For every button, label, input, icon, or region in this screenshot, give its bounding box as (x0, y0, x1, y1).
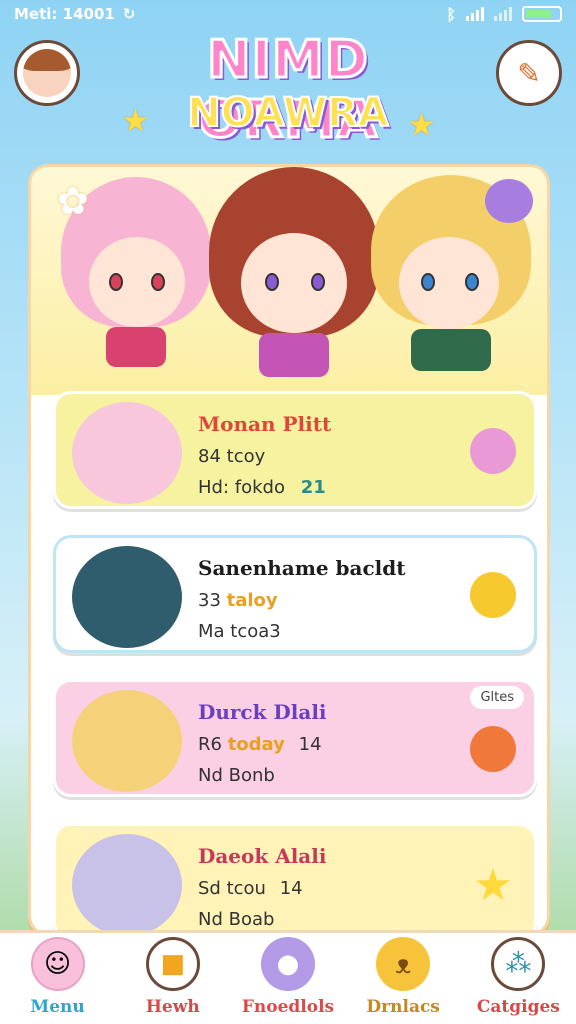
card-avatar (72, 402, 182, 504)
profile-avatar-icon (23, 49, 71, 97)
card-detail: Nd Bonb (198, 765, 275, 786)
categories-icon: ⁂ (491, 937, 546, 991)
card-avatar (72, 834, 182, 933)
star-icon: ★ (408, 108, 435, 143)
character-card[interactable]: Sanenhame bacldt 33 taloy Ma tcoa3 (53, 535, 537, 653)
card-text: Monan Plitt 84 tcoy Hd: fokdo 21 (198, 412, 468, 498)
card-stat: R6 today 14 (198, 734, 322, 755)
notification-icon: ■ (145, 937, 200, 991)
character-card[interactable]: Daeok Alali Sd tcou 14 Nd Boab ★ (53, 823, 537, 933)
hero-banner: ✿ (31, 167, 547, 395)
nav-label: Fnoedlols (241, 997, 335, 1017)
creature-icon: ● (260, 937, 315, 991)
card-avatar (72, 546, 182, 648)
card-title: Durck Dlali (198, 700, 327, 724)
heart-icon (470, 726, 516, 772)
card-text: Durck Dlali R6 today 14 Nd Bonb (198, 700, 468, 786)
card-detail: Hd: fokdo 21 (198, 477, 326, 498)
nav-label: Menu (30, 997, 85, 1017)
card-title: Monan Plitt (198, 412, 332, 436)
card-title: Daeok Alali (198, 844, 327, 868)
app-subtitle: NOAWRA (186, 89, 389, 137)
bottom-nav: ☺ Menu ■ Hewh ● Fnoedlols ᴥ Drnlacs ⁂ Ca… (0, 930, 576, 1024)
character-card[interactable]: Monan Plitt 84 tcoy Hd: fokdo 21 (53, 391, 537, 509)
character-card[interactable]: Durck Dlali R6 today 14 Nd Bonb Gltes (53, 679, 537, 797)
heart-icon (470, 428, 516, 474)
bluetooth-icon: ᛒ (446, 4, 456, 24)
main-panel: ✿ Monan Plitt 84 tcoy Hd: fokdo 21 Sanen… (28, 164, 550, 936)
flower-icon: ✿ (57, 179, 89, 223)
settings-button[interactable]: ✎ (496, 40, 562, 106)
nav-catgiges[interactable]: ⁂ Catgiges (464, 933, 572, 1024)
card-stat: 84 tcoy (198, 446, 266, 467)
card-stat: Sd tcou 14 (198, 878, 303, 899)
card-text: Sanenhame bacldt 33 taloy Ma tcoa3 (198, 556, 468, 642)
star-icon: ★ (122, 104, 149, 139)
nav-fnoedlols[interactable]: ● Fnoedlols (234, 933, 342, 1024)
card-title: Sanenhame bacldt (198, 556, 406, 580)
nav-label: Catgiges (476, 997, 560, 1017)
nav-label: Drnlacs (366, 997, 440, 1017)
status-right: ᛒ (446, 5, 562, 24)
status-left: Meti: 14001 ↻ (14, 5, 135, 23)
battery-icon (522, 6, 562, 22)
nav-hewh[interactable]: ■ Hewh (119, 933, 227, 1024)
signal-icon (466, 7, 484, 21)
character-brown (209, 167, 379, 387)
wifi-signal-icon (494, 7, 512, 21)
settings-icon: ✎ (517, 56, 541, 90)
sync-icon: ↻ (122, 5, 136, 23)
header: NIMD ORMA NOAWRA ✎ ★ ★ (0, 29, 576, 152)
nav-drnlacs[interactable]: ᴥ Drnlacs (349, 933, 457, 1024)
status-bar: Meti: 14001 ↻ ᛒ (0, 0, 576, 28)
profile-avatar-button[interactable] (14, 40, 80, 106)
apple-icon (470, 572, 516, 618)
card-avatar (72, 690, 182, 792)
card-stat: 33 taloy (198, 590, 278, 611)
star-icon: ★ (473, 860, 513, 911)
speech-bubble: Gltes (470, 686, 524, 709)
card-detail: Nd Boab (198, 909, 275, 930)
character-icon: ☺ (30, 937, 85, 991)
card-text: Daeok Alali Sd tcou 14 Nd Boab (198, 844, 468, 930)
pet-icon: ᴥ (376, 937, 431, 991)
card-detail: Ma tcoa3 (198, 621, 281, 642)
nav-menu[interactable]: ☺ Menu (4, 933, 112, 1024)
chat-bubble-icon (485, 179, 533, 223)
nav-label: Hewh (145, 997, 200, 1017)
status-time: Meti: 14001 (14, 5, 115, 23)
